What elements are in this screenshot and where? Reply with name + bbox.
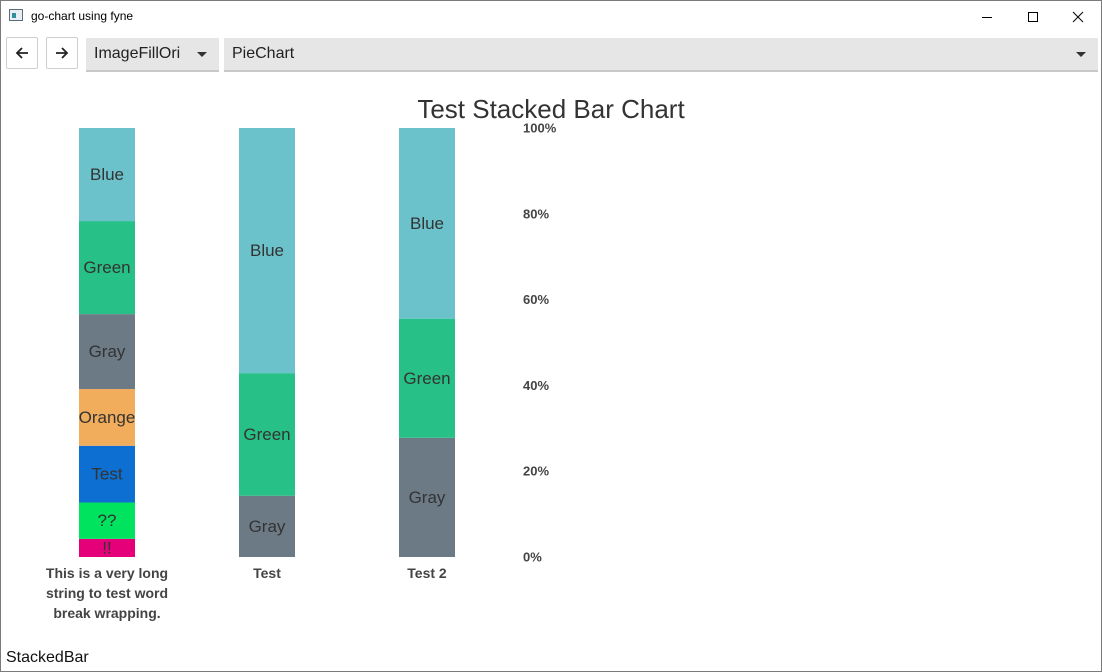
window-title: go-chart using fyne	[31, 9, 134, 23]
y-tick-label: 60%	[523, 292, 549, 307]
bar-segment-label: Blue	[250, 241, 284, 260]
arrow-right-icon	[56, 47, 69, 59]
arrow-left-icon	[15, 47, 28, 59]
bar-segment-label: Gray	[89, 342, 126, 361]
y-tick-label: 100%	[523, 121, 557, 136]
stacked-bar-chart: Test Stacked Bar Chart !!?? Test Orange Gra…	[46, 94, 686, 621]
bar-segment-label: Test	[91, 465, 122, 484]
bar-segment-label: Blue	[90, 165, 124, 184]
maximize-button[interactable]	[1010, 1, 1056, 32]
y-tick-label: 40%	[523, 378, 549, 393]
status-text: StackedBar	[6, 649, 89, 666]
bar-segment-label: Gray	[409, 488, 446, 507]
bar-segment-label: ??	[98, 511, 117, 530]
app-window: go-chart using fyne ImageFillOri PieChar…	[0, 0, 1102, 672]
close-button[interactable]	[1055, 1, 1101, 32]
close-icon	[1072, 11, 1084, 22]
bar-segment-label: Green	[243, 425, 290, 444]
chevron-down-icon	[197, 52, 207, 57]
forward-button[interactable]	[46, 37, 78, 69]
bar-segment-label: !!	[102, 538, 111, 557]
chart-title: Test Stacked Bar Chart	[417, 94, 685, 124]
bar-segment-label: Orange	[79, 408, 136, 427]
chart-type-select[interactable]: PieChart	[224, 38, 1098, 72]
bar-category-label: Test	[253, 565, 281, 581]
bar-segment-label: Blue	[410, 214, 444, 233]
minimize-icon	[982, 16, 992, 18]
title-bar: go-chart using fyne	[1, 1, 1101, 32]
y-tick-label: 20%	[523, 464, 549, 479]
bar-segment-label: Green	[83, 258, 130, 277]
minimize-button[interactable]	[964, 1, 1010, 32]
back-button[interactable]	[6, 37, 38, 69]
bar-segment-label: Green	[403, 369, 450, 388]
app-icon	[9, 9, 23, 21]
fill-mode-value: ImageFillOri	[94, 45, 181, 62]
toolbar: ImageFillOri PieChart	[1, 32, 1101, 78]
chevron-down-icon	[1076, 52, 1086, 57]
y-tick-label: 80%	[523, 206, 549, 221]
bar-category-label: Test 2	[407, 565, 447, 581]
bar-category-label: string to test word	[46, 585, 168, 601]
bar-category-label: break wrapping.	[53, 605, 160, 621]
y-tick-label: 0%	[523, 550, 542, 565]
fill-mode-select[interactable]: ImageFillOri	[86, 38, 219, 72]
chart-type-value: PieChart	[232, 45, 295, 62]
bar-segment-label: Gray	[249, 517, 286, 536]
bar-category-label: This is a very long	[46, 565, 168, 581]
maximize-icon	[1028, 11, 1038, 22]
